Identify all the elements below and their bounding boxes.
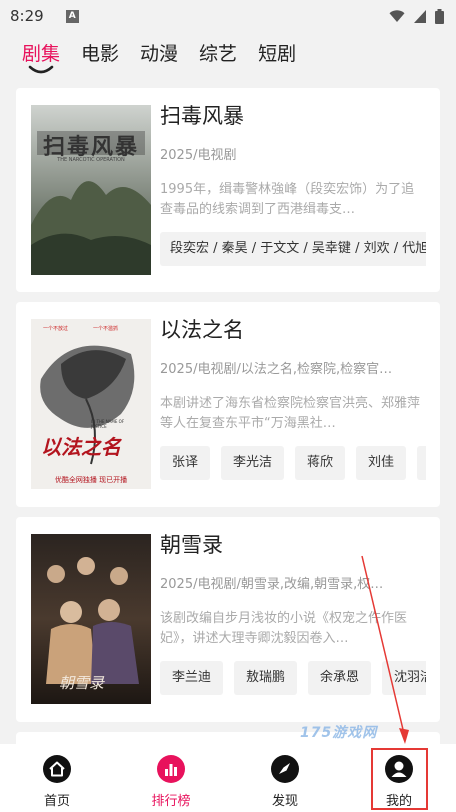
nav-home[interactable]: 首页 [0,744,114,812]
nav-ranking[interactable]: 排行榜 [114,744,228,812]
home-icon [43,755,71,783]
nav-discover[interactable]: 发现 [228,744,342,812]
bottom-navigation: 首页 排行榜 发现 我的 [0,744,456,812]
ranking-icon [157,755,185,783]
compass-icon [271,755,299,783]
nav-label: 发现 [271,794,298,809]
annotation-arrow [361,555,409,744]
user-icon [385,755,413,783]
nav-profile[interactable]: 我的 [342,744,456,812]
nav-label: 我的 [385,794,412,809]
nav-label: 排行榜 [151,794,191,809]
nav-label: 首页 [43,794,70,809]
